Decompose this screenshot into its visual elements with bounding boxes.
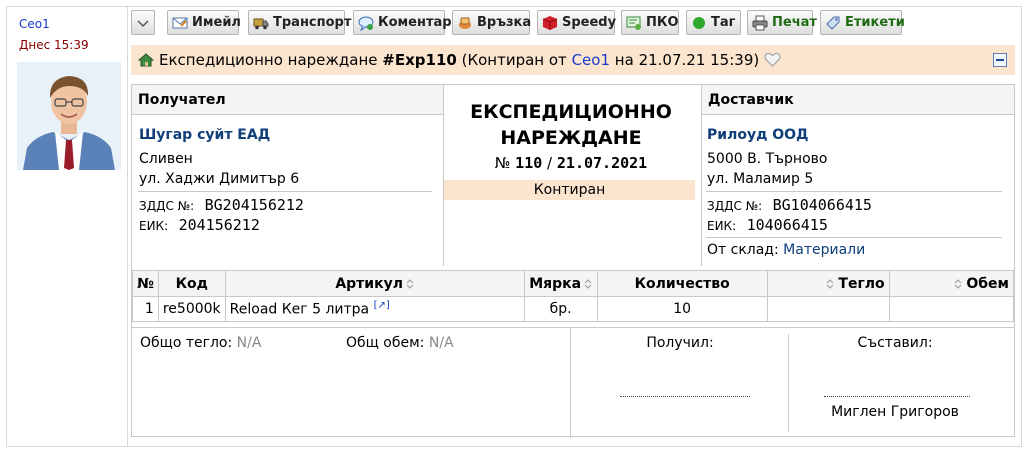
speedy-box-icon bbox=[542, 16, 558, 30]
status-suffix: на 21.07.21 15:39) bbox=[614, 51, 760, 69]
email-button[interactable]: Имейл bbox=[167, 10, 241, 35]
labels-label: Етикети bbox=[845, 15, 905, 30]
document-date: 21.07.2021 bbox=[556, 154, 648, 172]
col-header-unit[interactable]: Мярка bbox=[523, 270, 598, 297]
document-heading: ЕКСПЕДИЦИОННО НАРЕЖДАНЕ bbox=[444, 99, 698, 151]
row-unit: бр. bbox=[523, 296, 598, 322]
total-weight-value: N/A bbox=[236, 335, 262, 351]
doc-id[interactable]: #Exp110 bbox=[382, 51, 457, 69]
sort-icon bbox=[584, 278, 592, 289]
receiver-eik-label: ЕИК: bbox=[139, 219, 169, 233]
totals-and-signatures: Общо тегло: N/A Общ обем: N/A Получил: С… bbox=[132, 327, 1014, 438]
link-icon bbox=[459, 17, 471, 29]
col-header-volume[interactable]: Обем bbox=[888, 270, 1015, 297]
receiver-name: Шугар суйт ЕАД bbox=[139, 127, 271, 143]
speedy-button[interactable]: Speedy bbox=[537, 10, 617, 35]
status-user-link[interactable]: Ceo1 bbox=[572, 51, 610, 69]
supplier-eik: 104066415 bbox=[746, 216, 828, 234]
pko-button[interactable]: ПКО bbox=[621, 10, 679, 35]
store-label: От склад: bbox=[707, 242, 779, 258]
receiver-heading: Получател bbox=[132, 85, 444, 115]
supplier-vat-label: ЗДДС №: bbox=[707, 199, 763, 213]
sort-icon bbox=[826, 278, 833, 289]
external-link-icon[interactable]: [↗] bbox=[374, 300, 390, 311]
receiver-vat: BG204156212 bbox=[204, 196, 304, 214]
status-badge: Контиран bbox=[444, 180, 695, 200]
transport-button[interactable]: Транспорт bbox=[248, 10, 351, 35]
supplier-eik-label: ЕИК: bbox=[707, 219, 737, 233]
shipping-order-document: Получател Шугар суйт ЕАД Сливен ул. Хадж… bbox=[131, 84, 1015, 438]
green-dot-icon bbox=[693, 17, 705, 29]
number-label: № bbox=[494, 154, 511, 172]
tag-button[interactable]: Таг bbox=[686, 10, 741, 35]
row-volume bbox=[888, 296, 1015, 322]
document-number-line: № 110 / 21.07.2021 bbox=[444, 154, 698, 172]
sort-icon bbox=[954, 278, 961, 289]
items-table: № Код Артикул Мярка Количество Тегло Обе… bbox=[132, 270, 1015, 322]
supplier-city: 5000 В. Търново bbox=[707, 151, 828, 167]
truck-icon bbox=[253, 18, 269, 30]
document-heading-line2: НАРЕЖДАНЕ bbox=[500, 127, 642, 149]
supplier-heading: Доставчик bbox=[702, 85, 1014, 115]
col-header-quantity: Количество bbox=[596, 270, 768, 297]
chevron-down-icon bbox=[137, 20, 149, 28]
row-quantity: 10 bbox=[596, 296, 768, 322]
house-icon bbox=[138, 53, 154, 67]
label-tag-icon bbox=[826, 16, 840, 30]
heart-icon[interactable] bbox=[764, 52, 781, 67]
receiver-address: ул. Хаджи Димитър 6 bbox=[139, 171, 300, 187]
document-number: 110 bbox=[515, 154, 543, 172]
col-header-weight[interactable]: Тегло bbox=[766, 270, 890, 297]
comment-button[interactable]: Коментар bbox=[353, 10, 452, 35]
number-separator: / bbox=[547, 154, 553, 172]
row-weight bbox=[766, 296, 890, 322]
print-button[interactable]: Печат bbox=[747, 10, 817, 35]
doc-type-title: Експедиционно нареждане bbox=[159, 51, 378, 69]
composed-label: Съставил: bbox=[857, 335, 933, 351]
comment-icon bbox=[358, 16, 374, 31]
supplier-name: Рилоуд ООД bbox=[707, 127, 809, 143]
author-name[interactable]: Ceo1 bbox=[19, 17, 50, 31]
document-title-bar: Експедиционно нареждане #Exp110 (Контира… bbox=[131, 45, 1015, 75]
total-weight-label: Общо тегло: bbox=[140, 335, 233, 351]
col-header-article[interactable]: Артикул bbox=[224, 270, 525, 297]
receiver-vat-label: ЗДДС №: bbox=[139, 199, 195, 213]
pko-label: ПКО bbox=[646, 15, 679, 30]
author-column: Ceo1 Днес 15:39 bbox=[7, 7, 128, 446]
email-icon bbox=[172, 17, 188, 29]
labels-button[interactable]: Етикети bbox=[820, 10, 905, 35]
post-date: Днес 15:39 bbox=[19, 38, 89, 52]
supplier-address: ул. Маламир 5 bbox=[707, 171, 814, 187]
receiver-eik: 204156212 bbox=[178, 216, 260, 234]
row-code: re5000k bbox=[157, 296, 226, 322]
receiver-city: Сливен bbox=[139, 151, 193, 167]
row-article: Reload Кег 5 литра [↗] bbox=[224, 296, 525, 322]
status-prefix: (Контиран от bbox=[461, 51, 567, 69]
transport-label: Транспорт bbox=[273, 15, 352, 30]
composed-name: Миглен Григоров bbox=[831, 404, 959, 420]
speedy-label: Speedy bbox=[562, 15, 617, 30]
total-volume-value: N/A bbox=[428, 335, 454, 351]
col-header-no: № bbox=[132, 270, 159, 297]
collapse-button[interactable] bbox=[993, 53, 1007, 67]
supplier-vat: BG104066415 bbox=[772, 196, 872, 214]
total-volume-label: Общ обем: bbox=[346, 335, 425, 351]
more-actions-button[interactable] bbox=[131, 10, 155, 35]
tag-label: Таг bbox=[711, 15, 736, 30]
table-row: 1 re5000k Reload Кег 5 литра [↗] бр. 10 bbox=[132, 296, 1015, 322]
printer-icon bbox=[752, 15, 768, 31]
cash-receipt-icon bbox=[626, 16, 641, 30]
received-label: Получил: bbox=[646, 335, 714, 351]
link-label: Връзка bbox=[477, 15, 532, 30]
sort-icon bbox=[406, 278, 414, 289]
store-link[interactable]: Материали bbox=[783, 242, 865, 258]
document-heading-line1: ЕКСПЕДИЦИОННО bbox=[470, 101, 672, 123]
avatar bbox=[17, 62, 121, 170]
col-header-code: Код bbox=[157, 270, 226, 297]
comment-label: Коментар bbox=[378, 15, 452, 30]
link-button[interactable]: Връзка bbox=[452, 10, 532, 35]
print-label: Печат bbox=[772, 15, 817, 30]
row-no: 1 bbox=[132, 296, 159, 322]
email-label: Имейл bbox=[192, 15, 241, 30]
